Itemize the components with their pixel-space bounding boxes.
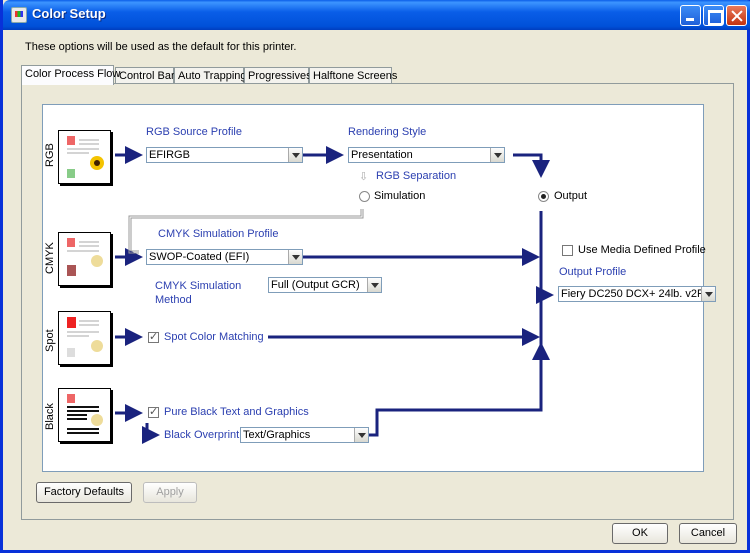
chevron-down-icon[interactable] bbox=[288, 250, 302, 264]
ok-button[interactable]: OK bbox=[612, 523, 668, 544]
cmyk-simulation-method-select[interactable]: Full (Output GCR) bbox=[268, 277, 382, 293]
cmyk-simulation-method-value: Full (Output GCR) bbox=[271, 279, 360, 291]
output-radio-label[interactable]: Output bbox=[554, 190, 587, 202]
cmyk-simulation-profile-select[interactable]: SWOP-Coated (EFI) bbox=[146, 249, 303, 265]
flow-diagram: RGB CMYK Spot Black RGB Source Profile E… bbox=[42, 104, 716, 472]
minimize-button[interactable] bbox=[680, 5, 701, 26]
tab-color-process-flow[interactable]: Color Process Flow bbox=[21, 65, 120, 85]
rgb-source-profile-label: RGB Source Profile bbox=[146, 126, 242, 138]
window-title: Color Setup bbox=[32, 6, 106, 21]
chevron-down-icon[interactable] bbox=[701, 287, 715, 301]
rgb-separation-label: RGB Separation bbox=[376, 170, 457, 182]
spot-document-icon bbox=[58, 311, 111, 365]
black-overprint-value: Text/Graphics bbox=[243, 429, 311, 441]
rgb-source-profile-select[interactable]: EFIRGB bbox=[146, 147, 303, 163]
rendering-style-value: Presentation bbox=[351, 149, 413, 161]
rendering-style-label: Rendering Style bbox=[348, 126, 427, 138]
color-process-flow-panel: RGB CMYK Spot Black RGB Source Profile E… bbox=[21, 83, 734, 520]
row-label-rgb: RGB bbox=[44, 143, 56, 167]
output-profile-value: Fiery DC250 DCX+ 24lb. v2F bbox=[561, 288, 704, 300]
spot-color-matching-label[interactable]: Spot Color Matching bbox=[164, 331, 264, 343]
rendering-style-select[interactable]: Presentation bbox=[348, 147, 505, 163]
row-label-black: Black bbox=[44, 403, 56, 430]
title-bar[interactable]: Color Setup bbox=[3, 0, 750, 30]
tab-progressives[interactable]: Progressives bbox=[244, 67, 312, 84]
simulation-radio[interactable] bbox=[359, 191, 370, 202]
maximize-button[interactable] bbox=[703, 5, 724, 26]
chevron-down-icon[interactable] bbox=[354, 428, 368, 442]
color-setup-window: Color Setup These options will be used a… bbox=[0, 0, 750, 553]
output-profile-label: Output Profile bbox=[559, 266, 627, 278]
close-button[interactable] bbox=[726, 5, 747, 26]
cmyk-simulation-method-label-1: CMYK Simulation bbox=[155, 280, 242, 292]
pure-black-checkbox[interactable] bbox=[148, 405, 159, 418]
chevron-down-icon[interactable] bbox=[367, 278, 381, 292]
chevron-down-icon[interactable] bbox=[490, 148, 504, 162]
black-overprint-select[interactable]: Text/Graphics bbox=[240, 427, 369, 443]
cmyk-document-icon bbox=[58, 232, 111, 286]
down-arrow-icon: ⇩ bbox=[359, 171, 369, 183]
use-media-profile-label[interactable]: Use Media Defined Profile bbox=[578, 244, 706, 256]
cmyk-simulation-profile-value: SWOP-Coated (EFI) bbox=[149, 251, 250, 263]
app-icon bbox=[11, 7, 27, 23]
output-profile-select[interactable]: Fiery DC250 DCX+ 24lb. v2F bbox=[558, 286, 716, 302]
rgb-document-icon bbox=[58, 130, 111, 184]
cancel-button[interactable]: Cancel bbox=[679, 523, 737, 544]
cmyk-simulation-profile-label: CMYK Simulation Profile bbox=[158, 228, 279, 240]
black-document-icon bbox=[58, 388, 111, 442]
tab-auto-trapping[interactable]: Auto Trapping bbox=[174, 67, 247, 84]
rgb-source-profile-value: EFIRGB bbox=[149, 149, 190, 161]
row-label-spot: Spot bbox=[44, 329, 56, 352]
apply-button[interactable]: Apply bbox=[143, 482, 197, 503]
chevron-down-icon[interactable] bbox=[288, 148, 302, 162]
tab-halftone-screens[interactable]: Halftone Screens bbox=[309, 67, 397, 84]
cmyk-simulation-method-label-2: Method bbox=[155, 294, 192, 306]
black-overprint-label: Black Overprint bbox=[164, 429, 240, 441]
description-text: These options will be used as the defaul… bbox=[25, 41, 297, 53]
row-label-cmyk: CMYK bbox=[44, 242, 56, 274]
output-radio[interactable] bbox=[538, 191, 549, 202]
pure-black-label[interactable]: Pure Black Text and Graphics bbox=[164, 406, 309, 418]
simulation-radio-label[interactable]: Simulation bbox=[374, 190, 425, 202]
tab-control-bar[interactable]: Control Bar bbox=[115, 67, 175, 84]
use-media-profile-checkbox[interactable] bbox=[562, 245, 573, 256]
spot-color-matching-checkbox[interactable] bbox=[148, 330, 159, 343]
factory-defaults-button[interactable]: Factory Defaults bbox=[36, 482, 132, 503]
